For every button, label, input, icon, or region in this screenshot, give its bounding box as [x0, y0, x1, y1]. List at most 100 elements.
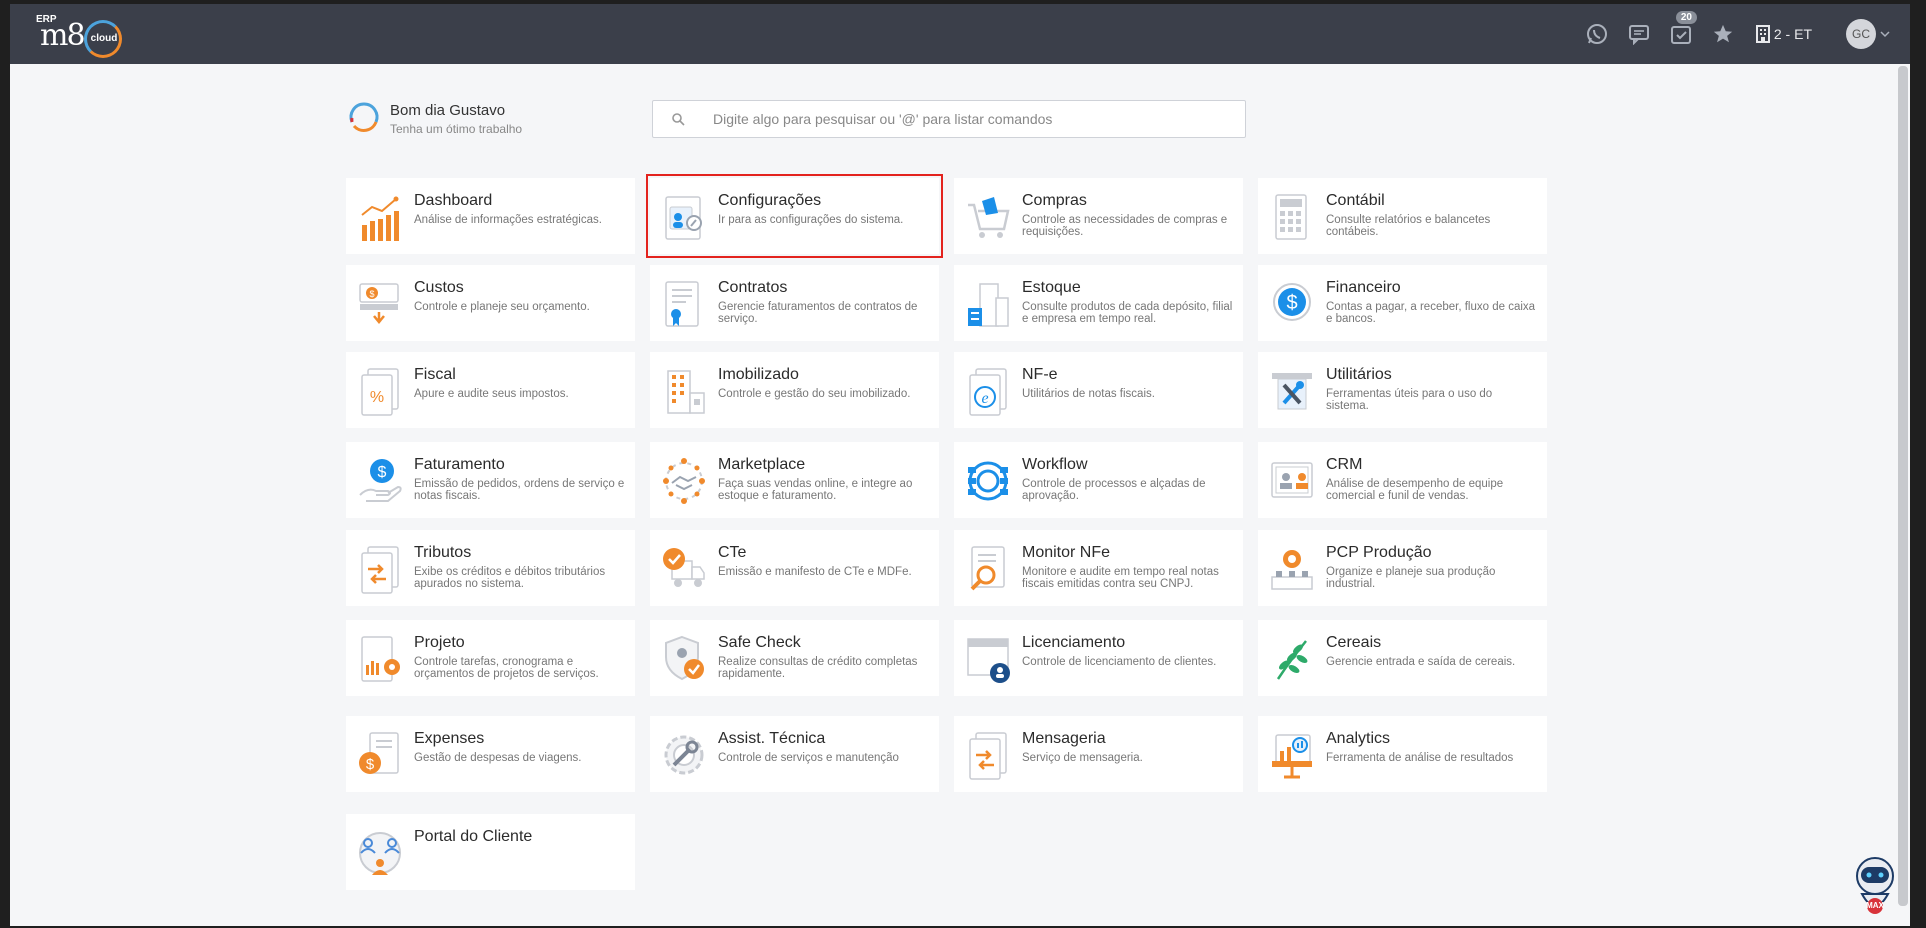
module-description: Controle de licenciamento de clientes.: [1022, 656, 1217, 668]
module-card-tributos[interactable]: Tributos Exibe os créditos e débitos trib…: [346, 530, 635, 606]
whatsapp-icon[interactable]: [1584, 21, 1610, 47]
module-card-configuracoes[interactable]: Configurações Ir para as configurações do…: [646, 174, 943, 258]
module-card-cereais[interactable]: Cereais Gerencie entrada e saída de cerea…: [1258, 620, 1547, 696]
module-card-custos[interactable]: $ Custos Controle e planeje seu orçamento.: [346, 265, 635, 341]
module-card-portal-do-cliente[interactable]: Portal do Cliente: [346, 814, 635, 890]
scrollbar[interactable]: [1898, 66, 1908, 906]
module-card-monitor-nfe[interactable]: Monitor NFe Monitore e audite em tempo re…: [954, 530, 1243, 606]
module-card-expenses[interactable]: $ Expenses Gestão de despesas de viagens.: [346, 716, 635, 792]
module-description: Ir para as configurações do sistema.: [718, 214, 904, 226]
module-title: Fiscal: [414, 366, 456, 383]
module-card-workflow[interactable]: Workflow Controle de processos e alçadas …: [954, 442, 1243, 518]
chat-icon[interactable]: [1626, 21, 1652, 47]
percent-icon: %: [361, 368, 399, 416]
module-card-fiscal[interactable]: % Fiscal Apure e audite seus impostos.: [346, 352, 635, 428]
module-description: Análise de desempenho de equipe comercia…: [1326, 478, 1504, 502]
company-selector[interactable]: 2 - ET: [1755, 25, 1812, 43]
module-card-nf-e[interactable]: e NF-e Utilitários de notas fiscais.: [954, 352, 1243, 428]
module-description: Exibe os créditos e débitos tributários …: [414, 566, 606, 590]
module-card-pcp-producao[interactable]: PCP Produção Organize e planeje sua produ…: [1258, 530, 1547, 606]
magnifier-icon: [970, 546, 1005, 591]
module-card-utilitarios[interactable]: Utilitários Ferramentas úteis para o uso …: [1258, 352, 1547, 428]
smile-logo-icon: [349, 102, 379, 132]
svg-text:%: %: [370, 389, 384, 406]
taxes-icon: [361, 546, 399, 594]
handshake-icon: [663, 458, 705, 504]
greeting-title: Bom dia Gustavo: [390, 102, 506, 119]
logo-mark-text: m8: [40, 18, 86, 53]
module-card-faturamento[interactable]: $ Faturamento Emissão de pedidos, ordens d…: [346, 442, 635, 518]
module-card-financeiro[interactable]: $ Financeiro Contas a pagar, a receber, fl…: [1258, 265, 1547, 341]
module-title: Safe Check: [718, 634, 801, 651]
module-title: Licenciamento: [1022, 634, 1126, 651]
billing-icon: $: [359, 459, 402, 502]
chevron-down-icon: [1880, 31, 1890, 38]
module-card-marketplace[interactable]: Marketplace Faça suas vendas online, e in…: [650, 442, 939, 518]
users-icon: [359, 832, 401, 875]
module-description: Controle as necessidades de compras e re…: [1022, 214, 1228, 238]
production-icon: [1271, 550, 1313, 590]
warehouse-icon: [968, 283, 1009, 327]
module-card-crm[interactable]: CRM Análise de desempenho de equipe comer…: [1258, 442, 1547, 518]
module-description: Organize e planeje sua produção industri…: [1326, 566, 1496, 590]
module-card-imobilizado[interactable]: Imobilizado Controle e gestão do seu imob…: [650, 352, 939, 428]
module-title: Compras: [1022, 192, 1087, 209]
module-description: Análise de informações estratégicas.: [414, 214, 602, 226]
max-assistant[interactable]: MAX: [1846, 854, 1904, 920]
module-card-compras[interactable]: Compras Controle as necessidades de compr…: [954, 178, 1243, 254]
search-input[interactable]: [713, 101, 1233, 137]
contract-icon: [665, 281, 699, 327]
tasks-icon[interactable]: 20: [1668, 11, 1697, 47]
module-card-safe-check[interactable]: Safe Check Realize consultas de crédito c…: [650, 620, 939, 696]
module-description: Controle de serviços e manutenção: [718, 752, 899, 764]
logo[interactable]: ERP m8 cloud: [34, 14, 134, 58]
module-card-analytics[interactable]: Analytics Ferramenta de análise de result…: [1258, 716, 1547, 792]
module-title: Analytics: [1326, 730, 1391, 747]
top-actions: 20 2 - ET GC: [1584, 4, 1890, 64]
module-title: Workflow: [1022, 456, 1088, 473]
module-card-projeto[interactable]: Projeto Controle tarefas, cronograma e or…: [346, 620, 635, 696]
robot-icon: [1856, 857, 1894, 914]
top-bar: ERP m8 cloud 20 2 - ET GC: [10, 4, 1910, 64]
module-card-licenciamento[interactable]: Licenciamento Controle de licenciamento d…: [954, 620, 1243, 696]
module-card-assist-tecnica[interactable]: Assist. Técnica Controle de serviços e ma…: [650, 716, 939, 792]
module-title: Expenses: [414, 730, 485, 747]
module-title: Tributos: [414, 544, 472, 561]
analytics-icon: [1272, 734, 1312, 779]
module-title: Mensageria: [1022, 730, 1106, 747]
module-card-contabil[interactable]: Contábil Consulte relatórios e balancetes…: [1258, 178, 1547, 254]
module-description: Apure e audite seus impostos.: [414, 388, 569, 400]
svg-text:$: $: [378, 464, 387, 481]
module-title: Configurações: [718, 192, 822, 209]
search-bar: [652, 100, 1246, 138]
module-card-cte[interactable]: CTe Emissão e manifesto de CTe e MDFe.: [650, 530, 939, 606]
module-title: Financeiro: [1326, 279, 1401, 296]
module-title: Monitor NFe: [1022, 544, 1111, 561]
module-card-mensageria[interactable]: Mensageria Serviço de mensageria.: [954, 716, 1243, 792]
module-description: Realize consultas de crédito completas r…: [718, 656, 918, 680]
module-title: Contratos: [718, 279, 788, 296]
module-title: Estoque: [1022, 279, 1081, 296]
module-title: Projeto: [414, 634, 465, 651]
star-icon[interactable]: [1710, 21, 1736, 47]
crm-icon: [1271, 462, 1313, 498]
module-title: PCP Produção: [1326, 544, 1432, 561]
truck-icon: [663, 548, 705, 587]
module-description: Controle de processos e alçadas de aprov…: [1022, 478, 1206, 502]
module-description: Monitore e audite em tempo real notas fi…: [1022, 566, 1219, 590]
module-description: Emissão de pedidos, ordens de serviço e …: [414, 478, 625, 502]
module-description: Gerencie faturamentos de contratos de se…: [718, 301, 918, 325]
module-title: Marketplace: [718, 456, 806, 473]
user-menu[interactable]: GC: [1846, 19, 1890, 49]
module-card-estoque[interactable]: Estoque Consulte produtos de cada depósit…: [954, 265, 1243, 341]
greeting-subtitle: Tenha um ótimo trabalho: [390, 122, 523, 136]
building-icon: [1755, 25, 1770, 43]
calculator-icon: [1275, 194, 1307, 240]
dollar-icon: $: [1273, 283, 1311, 321]
module-card-dashboard[interactable]: Dashboard Análise de informações estratég…: [346, 178, 635, 254]
module-title: Contábil: [1326, 192, 1385, 209]
module-card-contratos[interactable]: Contratos Gerencie faturamentos de contra…: [650, 265, 939, 341]
logo-cloud-text: cloud: [90, 33, 118, 44]
module-title: NF-e: [1022, 366, 1058, 383]
svg-text:$: $: [1286, 292, 1297, 314]
